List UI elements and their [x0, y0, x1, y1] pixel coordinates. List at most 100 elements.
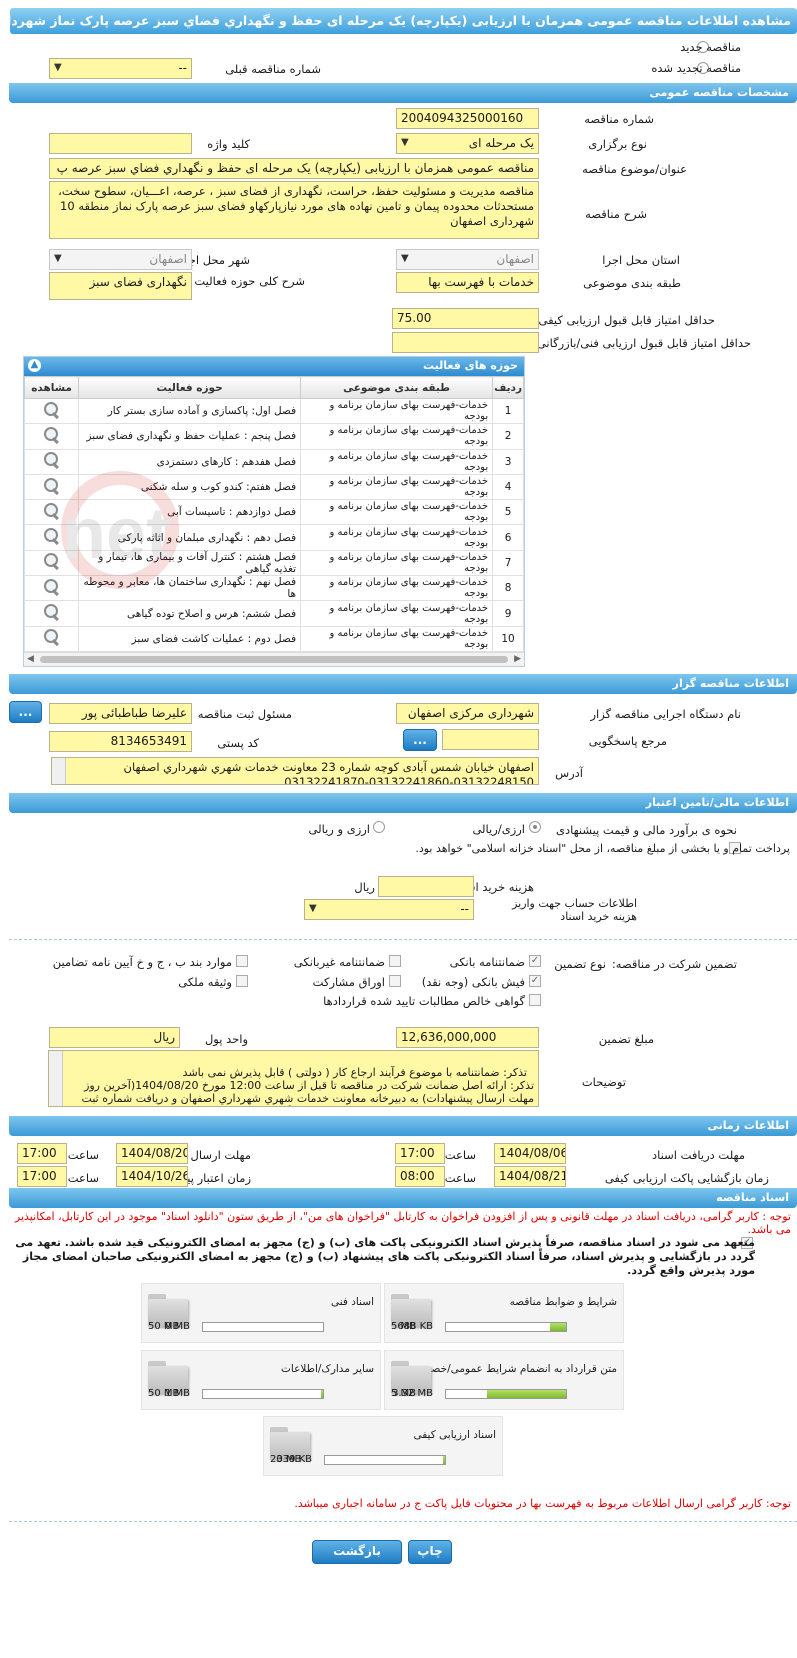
- keyword-field[interactable]: [49, 133, 192, 154]
- col-view[interactable]: مشاهده: [23, 376, 80, 399]
- file-card-other[interactable]: سایر مدارک/اطلاعات 50 MB 1 MB: [141, 1350, 381, 1410]
- nonbank-guarantee-checkbox[interactable]: [389, 955, 401, 967]
- row-activity: فصل هفدهم : کارهای دستمزدی: [78, 448, 302, 475]
- reference-label: مرجع پاسخگویی: [588, 734, 667, 748]
- scroll-thumb[interactable]: [40, 656, 508, 663]
- city-value: اصفهان: [149, 252, 187, 266]
- magnifier-icon[interactable]: [43, 603, 61, 621]
- file-card-quality[interactable]: اسناد ارزیابی کیفی 20 MB 339 KB: [263, 1416, 503, 1476]
- row-view[interactable]: [23, 423, 80, 450]
- row-view[interactable]: [23, 575, 80, 602]
- prev-number-select[interactable]: -- ▼: [49, 58, 192, 79]
- address-text: اصفهان خیابان شمس آبادی کوچه شماره 23 مع…: [123, 760, 535, 785]
- bank-guarantee-checkbox[interactable]: ✓: [529, 955, 541, 967]
- scroll-right-icon[interactable]: ▶: [514, 654, 521, 664]
- file-progress: [202, 1389, 324, 1399]
- magnifier-icon[interactable]: [43, 426, 61, 444]
- validity-time-label: ساعت: [67, 1171, 99, 1185]
- claims-certificate-checkbox[interactable]: [529, 994, 541, 1006]
- property-bond-checkbox[interactable]: [236, 975, 248, 987]
- new-tender-label: مناقصه جدید: [680, 40, 741, 54]
- table-row: 7 خدمات-فهرست بهای سازمان برنامه و بودجه ف…: [23, 549, 524, 577]
- file-card-technical[interactable]: اسناد فنی 50 MB 0 MB: [141, 1283, 381, 1343]
- row-category: خدمات-فهرست بهای سازمان برنامه و بودجه: [300, 423, 494, 450]
- islamic-treasury-label: پرداخت تمام و یا بخشی از مبلغ مناقصه، از…: [415, 842, 790, 855]
- bonds-checkbox[interactable]: [389, 975, 401, 987]
- guarantee-amount-field: 12,636,000,000: [396, 1027, 539, 1048]
- province-select[interactable]: اصفهان ▼: [396, 249, 539, 270]
- file-title: سایر مدارک/اطلاعات: [281, 1363, 374, 1375]
- activity-scope-table: ردیف طبقه بندی موضوعی حوزه فعالیت مشاهده…: [23, 376, 524, 652]
- row-view[interactable]: [23, 625, 80, 652]
- scroll-left-icon[interactable]: ◀: [27, 654, 34, 664]
- doc-cost-unit: ریال: [354, 880, 375, 894]
- magnifier-icon[interactable]: [43, 401, 61, 419]
- print-button[interactable]: چاپ: [408, 1540, 452, 1564]
- row-view[interactable]: [23, 499, 80, 526]
- commitment-text: متعهد می شود در اسناد مناقصه، صرفاً پذیر…: [15, 1236, 755, 1277]
- file-card-contract[interactable]: متن قرارداد به انضمام شرایط عمومی/خصوصی …: [384, 1350, 624, 1410]
- address-scrollbar[interactable]: [52, 758, 66, 784]
- table-row: 4 خدمات-فهرست بهای سازمان برنامه و بودجه ف…: [23, 473, 524, 501]
- row-view[interactable]: [23, 473, 80, 501]
- back-button[interactable]: بازگشت: [312, 1540, 402, 1564]
- row-number: 7: [492, 549, 524, 577]
- tender-number-label: شماره مناقصه: [584, 112, 654, 126]
- currency-field: ریال: [49, 1027, 180, 1048]
- row-activity: فصل نهم : نگهداری ساختمان ها، معابر و مح…: [78, 575, 302, 602]
- row-category: خدمات-فهرست بهای سازمان برنامه و بودجه: [300, 625, 494, 652]
- reference-more-button[interactable]: ...: [403, 729, 437, 751]
- col-row[interactable]: ردیف: [492, 376, 524, 399]
- chevron-down-icon: ▼: [401, 253, 409, 264]
- validity-date: 1404/10/26: [116, 1166, 188, 1187]
- account-select[interactable]: -- ▼: [304, 899, 474, 920]
- file-size: 0 MB: [164, 1321, 190, 1332]
- city-select[interactable]: اصفهان ▼: [49, 249, 192, 270]
- magnifier-icon[interactable]: [43, 502, 61, 520]
- horizontal-scrollbar[interactable]: ◀ ▶: [24, 652, 524, 666]
- foreign-rial-radio[interactable]: [373, 821, 385, 833]
- col-activity[interactable]: حوزه فعالیت: [78, 376, 302, 399]
- tender-number-field: 2004094325000160: [396, 108, 539, 129]
- magnifier-icon[interactable]: [43, 552, 61, 570]
- registrar-label: مسئول ثبت مناقصه: [197, 707, 292, 721]
- collapse-icon[interactable]: ▲: [28, 359, 41, 372]
- rial-radio[interactable]: [529, 821, 541, 833]
- row-view[interactable]: [23, 524, 80, 551]
- category-label: طبقه بندی موضوعی: [583, 276, 681, 290]
- row-view[interactable]: [23, 549, 80, 577]
- row-view[interactable]: [23, 448, 80, 475]
- docs-note-download: توجه : کاربر گرامی، دریافت اسناد در مهلت…: [14, 1210, 791, 1236]
- chevron-down-icon: ▼: [54, 62, 62, 73]
- clause-guarantee-checkbox[interactable]: [236, 955, 248, 967]
- timing-section-header: اطلاعات زمانی: [9, 1116, 797, 1136]
- notes-label: توضیحات: [581, 1075, 626, 1089]
- col-category[interactable]: طبقه بندی موضوعی: [300, 376, 494, 399]
- row-category: خدمات-فهرست بهای سازمان برنامه و بودجه: [300, 473, 494, 501]
- registrar-more-button[interactable]: ...: [9, 701, 42, 723]
- magnifier-icon[interactable]: [43, 628, 61, 646]
- holding-type-select[interactable]: یک مرحله ای ▼: [396, 133, 539, 154]
- file-card-conditions[interactable]: شرایط و ضوابط مناقصه 5 MB 688 KB: [384, 1283, 624, 1343]
- min-quality-field: 75.00: [392, 308, 539, 329]
- general-section-header: مشخصات مناقصه عمومی: [9, 83, 797, 103]
- guarantee-type-label: نوع تضمین: [554, 957, 606, 971]
- row-activity: فصل دهم : نگهداری مبلمان و اثاثه پارکی: [78, 524, 302, 551]
- notes-scrollbar[interactable]: [49, 1051, 63, 1106]
- subject-label: عنوان/موضوع مناقصه: [582, 162, 687, 176]
- row-view[interactable]: [23, 600, 80, 627]
- description-field: مناقصه مدیریت و مسئولیت حفظ، حراست، نگهد…: [49, 181, 539, 239]
- magnifier-icon[interactable]: [43, 527, 61, 545]
- docs-section-header: اسناد مناقصه: [9, 1188, 797, 1208]
- magnifier-icon[interactable]: [43, 451, 61, 469]
- row-view[interactable]: [23, 397, 80, 425]
- file-progress: [202, 1322, 324, 1332]
- activity-scope-panel: حوزه های فعالیت ▲ ردیف طبقه بندی موضوعی …: [23, 356, 525, 667]
- magnifier-icon[interactable]: [43, 578, 61, 596]
- cash-receipt-checkbox[interactable]: ✓: [529, 975, 541, 987]
- magnifier-icon[interactable]: [43, 477, 61, 495]
- estimate-method-label: نحوه ی برآورد مالی و قیمت پیشنهادی: [555, 823, 737, 837]
- file-size: 339 KB: [276, 1454, 312, 1465]
- table-row: 10 خدمات-فهرست بهای سازمان برنامه و بودجه…: [23, 625, 524, 652]
- table-row: 5 خدمات-فهرست بهای سازمان برنامه و بودجه ف…: [23, 499, 524, 526]
